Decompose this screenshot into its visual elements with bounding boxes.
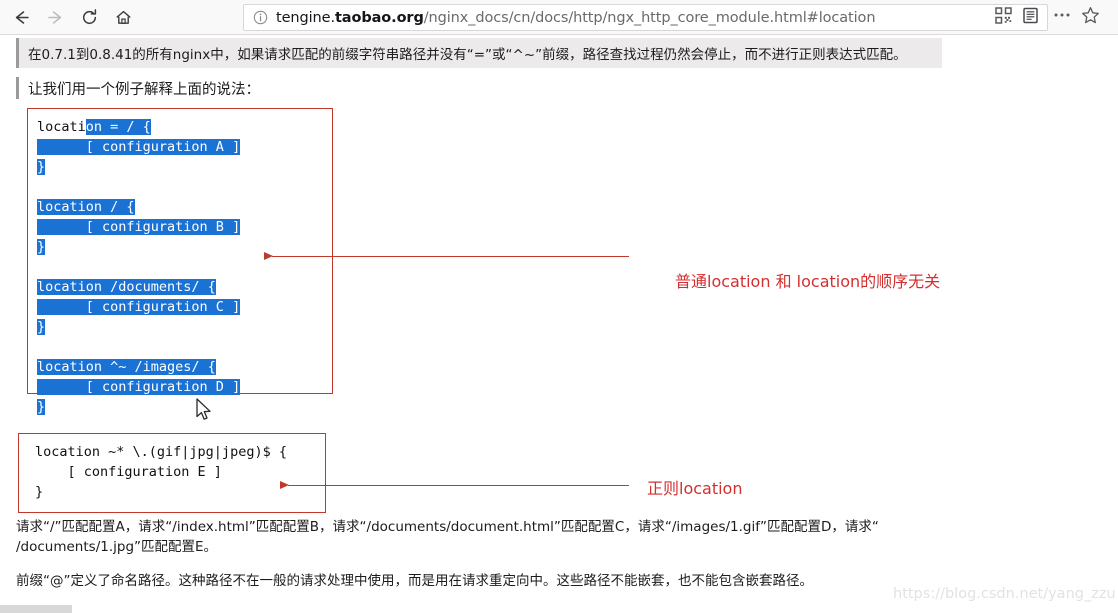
- selected-text: [ configuration C ]: [37, 299, 241, 315]
- forward-button[interactable]: [40, 2, 70, 32]
- info-circle-icon[interactable]: [253, 10, 268, 25]
- scroll-artifact: [0, 605, 72, 613]
- intro-paragraph-text: 让我们用一个例子解释上面的说法：: [28, 81, 260, 98]
- selected-text: location /documents/ {: [37, 279, 216, 295]
- qr-code-icon[interactable]: [995, 6, 1012, 29]
- bottom-paragraph-line-1: 请求“/”匹配配置A，请求“/index.html”匹配配置B，请求“/docu…: [16, 519, 879, 535]
- annotation-ordinary-location: 普通location 和 location的顺序无关: [675, 272, 941, 291]
- more-menu-icon[interactable]: [1052, 6, 1072, 29]
- home-button[interactable]: [108, 2, 138, 32]
- selected-text: location / {: [37, 199, 135, 215]
- code-line: }: [37, 317, 240, 337]
- back-button[interactable]: [6, 2, 36, 32]
- code-line: }: [35, 484, 44, 500]
- code-line: [ configuration B ]: [37, 217, 241, 237]
- selected-text: }: [37, 319, 46, 335]
- page-content: 在0.7.1到0.8.41的所有nginx中，如果请求匹配的前缀字符串路径并没有…: [0, 35, 1118, 613]
- annotation-arrow-1-head: [264, 252, 273, 260]
- code-line: }: [37, 237, 240, 257]
- address-bar-icons: [995, 6, 1039, 29]
- code-line: [ configuration C ]: [37, 297, 241, 317]
- bottom-paragraph-line-2: /documents/1.jpg”匹配配置E。: [16, 539, 218, 555]
- address-bar-url[interactable]: tengine.taobao.org/nginx_docs/cn/docs/ht…: [276, 10, 995, 26]
- home-icon: [116, 10, 130, 24]
- bottom-paragraph-line-3: 前缀“@”定义了命名路径。这种路径不在一般的请求处理中使用，而是用在请求重定向中…: [16, 573, 813, 589]
- code-line: [ configuration D ]: [37, 377, 241, 397]
- browser-toolbar-right: [1052, 4, 1100, 31]
- forward-arrow-icon: [47, 10, 61, 24]
- address-bar[interactable]: tengine.taobao.org/nginx_docs/cn/docs/ht…: [243, 4, 1048, 31]
- annotation-arrow-2-head: [280, 481, 289, 489]
- watermark-text: https://blog.csdn.net/yang_zzu: [893, 586, 1116, 602]
- back-arrow-icon: [15, 10, 29, 24]
- code-line: [ configuration A ]: [37, 137, 241, 157]
- mouse-cursor: [196, 398, 211, 420]
- selected-text: }: [37, 159, 46, 175]
- navigation-button-group: [6, 2, 138, 32]
- nginx-regex-location-block[interactable]: location ~* \.(gif|jpg|jpeg)$ { [ config…: [18, 433, 326, 513]
- code-line: location /documents/ {: [37, 277, 240, 297]
- selected-text: [ configuration B ]: [37, 219, 241, 235]
- code-line: location / {: [37, 197, 240, 217]
- reader-view-icon[interactable]: [1022, 7, 1039, 29]
- reload-button[interactable]: [74, 2, 104, 32]
- highlighted-paragraph: 在0.7.1到0.8.41的所有nginx中，如果请求匹配的前缀字符串路径并没有…: [16, 38, 942, 68]
- annotation-regex-location: 正则location: [647, 479, 743, 498]
- highlighted-paragraph-text: 在0.7.1到0.8.41的所有nginx中，如果请求匹配的前缀字符串路径并没有…: [28, 47, 907, 63]
- reload-icon: [82, 8, 96, 24]
- code-block-1-lines: location = / { [ configuration A ]} loca…: [37, 117, 241, 417]
- code-line: }: [37, 157, 240, 177]
- intro-paragraph: 让我们用一个例子解释上面的说法：: [16, 77, 260, 99]
- selected-text: }: [37, 239, 46, 255]
- selected-text: [ configuration D ]: [37, 379, 241, 395]
- selected-text: location ^~ /images/ {: [37, 359, 216, 375]
- selected-text: }: [37, 399, 46, 415]
- code-line: location ~* \.(gif|jpg|jpeg)$ {: [35, 444, 287, 460]
- code-block-2-lines: location ~* \.(gif|jpg|jpeg)$ { [ config…: [35, 442, 287, 502]
- annotation-arrow-2: [288, 485, 629, 486]
- code-line: [ configuration E ]: [35, 464, 222, 480]
- selected-text: on = / {: [85, 119, 151, 135]
- code-line: location = / {: [37, 119, 151, 135]
- bookmark-star-icon[interactable]: [1081, 6, 1100, 30]
- annotation-arrow-1: [272, 256, 629, 257]
- nginx-location-examples-block[interactable]: location = / { [ configuration A ]} loca…: [27, 108, 333, 415]
- code-line: location ^~ /images/ {: [37, 357, 240, 377]
- selected-text: [ configuration A ]: [37, 139, 241, 155]
- browser-toolbar: tengine.taobao.org/nginx_docs/cn/docs/ht…: [0, 0, 1118, 35]
